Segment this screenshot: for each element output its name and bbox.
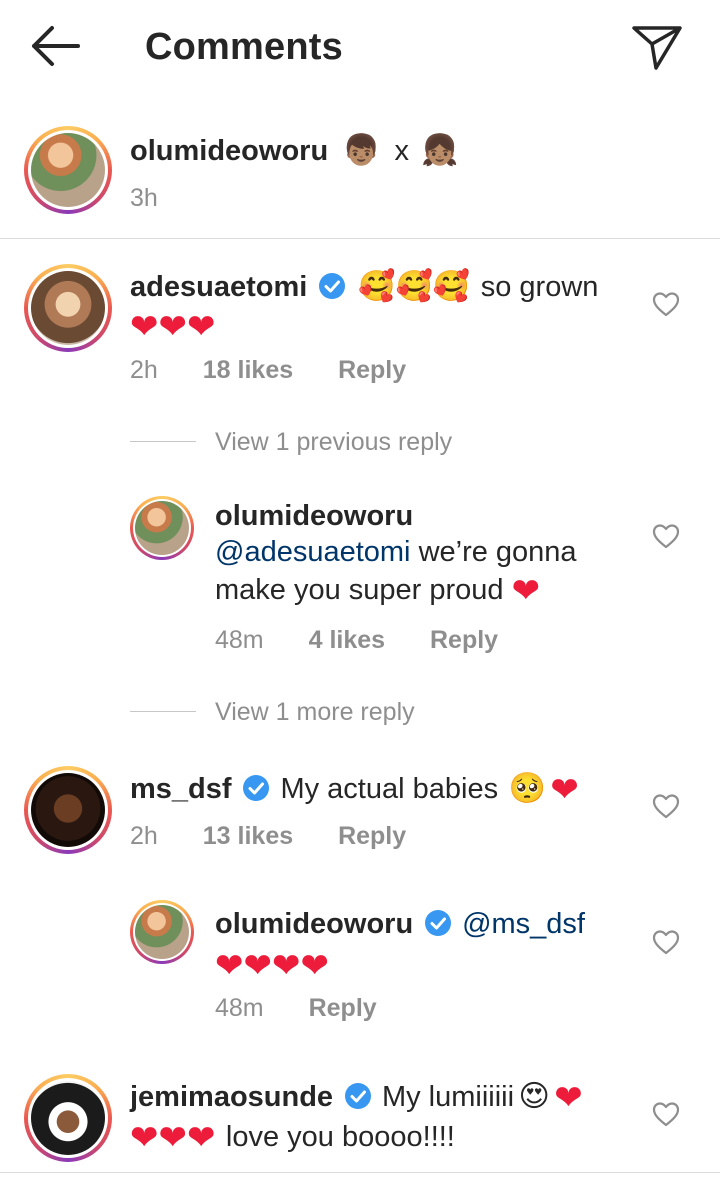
reply-button[interactable]: Reply <box>309 994 377 1023</box>
reply-likes[interactable]: 4 likes <box>309 626 385 655</box>
verified-badge-icon <box>424 910 451 936</box>
reply-time: 48m <box>215 994 264 1022</box>
comment-text: so grown <box>480 271 599 303</box>
thread-line <box>130 711 196 712</box>
avatar[interactable] <box>24 766 112 854</box>
comment-username[interactable]: ms_dsf <box>130 773 232 805</box>
reply-button[interactable]: Reply <box>430 626 498 655</box>
hearts-emoji-icon: ❤❤❤ <box>130 1118 216 1158</box>
mention-link[interactable]: @adesuaetomi <box>215 536 411 568</box>
comment-meta: 2h 18 likes Reply <box>130 356 444 385</box>
heart-emoji-icon: ❤ <box>511 571 541 611</box>
comment-username[interactable]: adesuaetomi <box>130 271 307 303</box>
comment-text: My lumiiiiii <box>381 1081 515 1113</box>
comment-time: 2h <box>130 822 158 850</box>
view-more-replies-button[interactable]: View 1 more reply <box>215 698 415 727</box>
reply-button[interactable]: Reply <box>338 822 406 851</box>
comment-likes[interactable]: 18 likes <box>203 356 293 385</box>
caption-time: 3h <box>130 184 158 212</box>
heart-outline-icon[interactable] <box>651 522 681 550</box>
comment-text: My actual babies <box>280 773 499 805</box>
reply-username[interactable]: olumideoworu <box>215 908 413 940</box>
comment-username[interactable]: jemimaosunde <box>130 1081 333 1113</box>
mention-link[interactable]: @ms_dsf <box>462 908 585 940</box>
thread-line <box>130 441 196 442</box>
comment-meta: 2h 13 likes Reply <box>130 822 444 851</box>
boy-emoji-icon: 👦🏽 <box>342 133 380 168</box>
divider <box>0 238 720 239</box>
avatar[interactable] <box>24 126 112 214</box>
caption-username[interactable]: olumideoworu <box>130 135 328 167</box>
heart-emoji-icon: ❤ <box>550 770 579 810</box>
direct-share-icon[interactable] <box>628 20 686 74</box>
comment-likes[interactable]: 13 likes <box>203 822 293 851</box>
back-arrow-icon[interactable] <box>28 22 84 74</box>
post-caption: olumideoworu 👦🏽 x 👧🏽 3h <box>0 120 720 238</box>
reply-button[interactable]: Reply <box>338 356 406 385</box>
avatar[interactable] <box>24 1074 112 1162</box>
hearts-emoji-icon: ❤❤❤ <box>130 307 216 347</box>
girl-emoji-icon: 👧🏽 <box>421 133 459 168</box>
comment-time: 2h <box>130 356 158 384</box>
divider <box>0 1172 720 1173</box>
heart-emoji-icon: ❤ <box>554 1078 583 1118</box>
heart-outline-icon[interactable] <box>651 928 681 956</box>
heart-outline-icon[interactable] <box>651 1100 681 1128</box>
verified-badge-icon <box>318 273 345 299</box>
verified-badge-icon <box>243 775 269 801</box>
reply-text-continued: make you super proud <box>215 574 504 606</box>
heart-outline-icon[interactable] <box>651 792 681 820</box>
caption-text: x <box>394 135 409 167</box>
reply-time: 48m <box>215 626 264 654</box>
heart-outline-icon[interactable] <box>651 290 681 318</box>
pleading-face-emoji-icon: 🥺 <box>508 771 546 806</box>
reply-text: we’re gonna <box>418 536 577 568</box>
reply-meta: 48m Reply <box>215 994 415 1023</box>
verified-badge-icon <box>344 1083 371 1109</box>
top-bar: Comments <box>0 0 720 100</box>
avatar[interactable] <box>24 264 112 352</box>
hearts-emoji-icon: ❤❤❤❤ <box>215 946 329 986</box>
page-title: Comments <box>145 26 343 68</box>
avatar[interactable] <box>130 496 194 560</box>
comment-text-continued: love you boooo!!!! <box>225 1121 455 1153</box>
smiling-hearts-emoji-icon: 🥰🥰🥰 <box>358 269 471 304</box>
reply-username[interactable]: olumideoworu <box>215 500 635 533</box>
reply-meta: 48m 4 likes Reply <box>215 626 536 655</box>
avatar[interactable] <box>130 900 194 964</box>
heart-eyes-emoji-icon: 😍 <box>518 1079 550 1114</box>
view-previous-replies-button[interactable]: View 1 previous reply <box>215 428 452 457</box>
